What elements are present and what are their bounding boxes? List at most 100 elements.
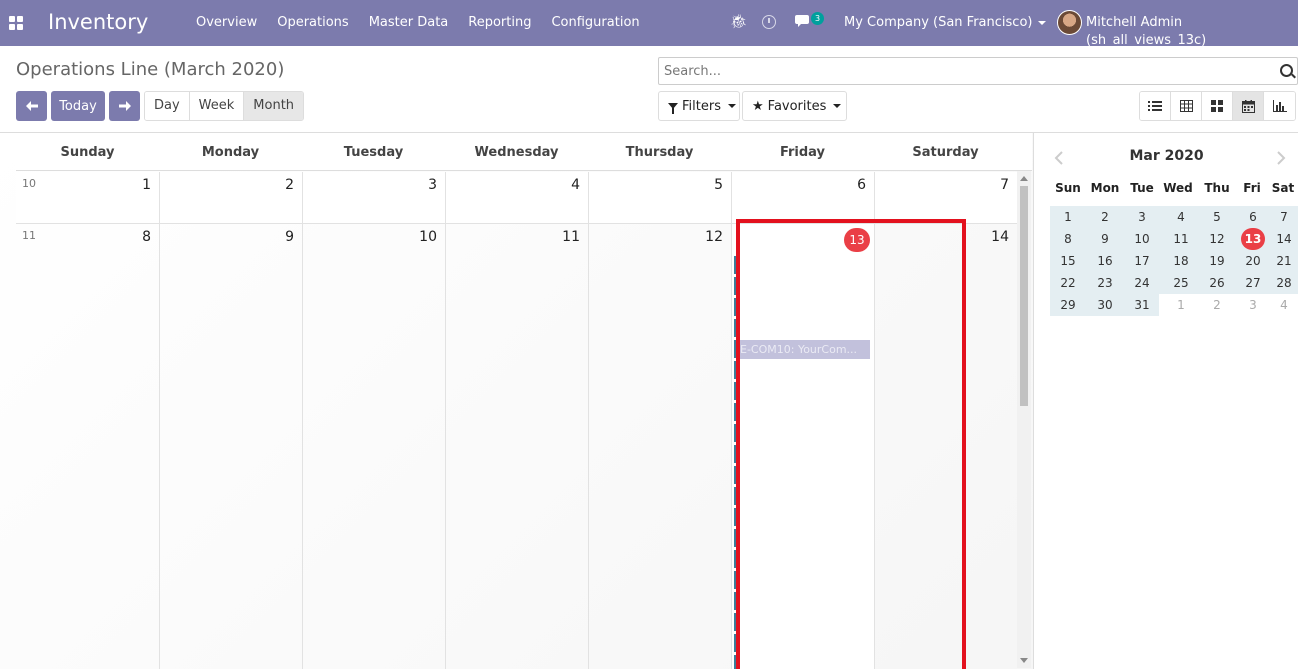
- next-button[interactable]: [109, 91, 140, 121]
- mini-day[interactable]: 8: [1051, 228, 1085, 250]
- mini-day[interactable]: 3: [1236, 294, 1270, 316]
- mini-day-today[interactable]: 13: [1241, 228, 1265, 250]
- bug-icon[interactable]: 🐞︎: [730, 14, 748, 30]
- mini-day[interactable]: 29: [1051, 294, 1085, 316]
- day-cell[interactable]: 9: [159, 224, 302, 669]
- user-menu[interactable]: Mitchell Admin (sh_all_views_13c): [1086, 14, 1298, 50]
- day-number: 10: [419, 229, 437, 245]
- list-view-icon[interactable]: [1140, 92, 1171, 120]
- day-cell[interactable]: 4: [445, 172, 588, 223]
- mini-day[interactable]: 10: [1125, 228, 1159, 250]
- scale-week-button[interactable]: Week: [189, 92, 245, 120]
- graph-view-icon[interactable]: [1264, 92, 1295, 120]
- mini-day[interactable]: 30: [1088, 294, 1122, 316]
- calendar-scrollbar[interactable]: [1017, 171, 1031, 668]
- menu-item-reporting[interactable]: Reporting: [458, 14, 541, 32]
- calendar-area: Sunday Monday Tuesday Wednesday Thursday…: [0, 132, 1298, 669]
- menu-item-configuration[interactable]: Configuration: [541, 14, 649, 32]
- mini-day[interactable]: 15: [1051, 250, 1085, 272]
- day-cell[interactable]: 3: [302, 172, 445, 223]
- favorites-dropdown[interactable]: ★ Favorites: [742, 91, 847, 121]
- mini-day[interactable]: 22: [1051, 272, 1085, 294]
- day-cell[interactable]: 10: [302, 224, 445, 669]
- mini-day[interactable]: 31: [1125, 294, 1159, 316]
- mini-day[interactable]: 24: [1125, 272, 1159, 294]
- mini-day[interactable]: 4: [1164, 206, 1198, 228]
- mini-day[interactable]: 4: [1267, 294, 1298, 316]
- day-cell[interactable]: 14: [874, 224, 1017, 669]
- mini-dow: Wed: [1163, 181, 1193, 195]
- mini-day[interactable]: 28: [1267, 272, 1298, 294]
- menu-item-operations[interactable]: Operations: [267, 14, 358, 32]
- mini-day[interactable]: 2: [1088, 206, 1122, 228]
- mini-day[interactable]: 1: [1164, 294, 1198, 316]
- day-cell[interactable]: 1: [16, 172, 159, 223]
- search-icon[interactable]: [1280, 64, 1293, 77]
- mini-day[interactable]: 27: [1236, 272, 1270, 294]
- day-cell[interactable]: 11: [445, 224, 588, 669]
- apps-menu-icon[interactable]: [9, 16, 23, 30]
- scrollbar-thumb[interactable]: [1020, 186, 1028, 406]
- mini-day[interactable]: 6: [1236, 206, 1270, 228]
- previous-button[interactable]: [16, 91, 47, 121]
- day-cell[interactable]: 12: [588, 224, 731, 669]
- mini-day[interactable]: 20: [1236, 250, 1270, 272]
- day-number: 14: [991, 229, 1009, 245]
- today-badge: 13: [844, 228, 870, 252]
- day-cell[interactable]: 7: [874, 172, 1017, 223]
- calendar-view-icon[interactable]: [1233, 92, 1264, 120]
- day-cell-today[interactable]: 13: [731, 224, 874, 669]
- mini-day[interactable]: 17: [1125, 250, 1159, 272]
- menu-item-overview[interactable]: Overview: [186, 14, 267, 32]
- day-number: 11: [562, 229, 580, 245]
- mini-day[interactable]: 14: [1267, 228, 1298, 250]
- today-button[interactable]: Today: [51, 91, 105, 121]
- chevron-right-icon[interactable]: [1276, 151, 1286, 165]
- mini-day[interactable]: 25: [1164, 272, 1198, 294]
- day-cell[interactable]: 6: [731, 172, 874, 223]
- mini-day[interactable]: 16: [1088, 250, 1122, 272]
- chat-icon[interactable]: [795, 14, 811, 32]
- mini-calendar: Mar 2020 Sun Mon Tue Wed Thu Fri Sat 123…: [1033, 133, 1298, 669]
- scroll-up-icon[interactable]: [1020, 176, 1028, 181]
- filter-icon: [668, 103, 678, 114]
- user-avatar[interactable]: [1057, 10, 1082, 35]
- mini-day[interactable]: 18: [1164, 250, 1198, 272]
- day-cell[interactable]: 2: [159, 172, 302, 223]
- filters-label: Filters: [682, 98, 721, 114]
- mini-dow: Mon: [1090, 181, 1120, 195]
- mini-day[interactable]: 3: [1125, 206, 1159, 228]
- caret-down-icon: [727, 104, 736, 108]
- mini-day[interactable]: 7: [1267, 206, 1298, 228]
- mini-day[interactable]: 5: [1200, 206, 1234, 228]
- mini-day[interactable]: 12: [1200, 228, 1234, 250]
- scale-day-button[interactable]: Day: [145, 92, 190, 120]
- mini-day[interactable]: 23: [1088, 272, 1122, 294]
- activity-clock-icon[interactable]: [762, 15, 776, 29]
- search-input[interactable]: [659, 58, 1259, 84]
- mini-day[interactable]: 21: [1267, 250, 1298, 272]
- mini-day[interactable]: 26: [1200, 272, 1234, 294]
- calendar-event[interactable]: E-COM10: YourCom...: [736, 340, 870, 359]
- mini-day[interactable]: 2: [1200, 294, 1234, 316]
- day-cell[interactable]: 5: [588, 172, 731, 223]
- mini-day[interactable]: 9: [1088, 228, 1122, 250]
- week-row: 11 8 9 10 11 12 13 14: [16, 224, 1017, 669]
- kanban-view-icon[interactable]: [1202, 92, 1233, 120]
- day-header-sunday: Sunday: [60, 145, 115, 160]
- pivot-view-icon[interactable]: [1171, 92, 1202, 120]
- day-header-friday: Friday: [779, 145, 826, 160]
- mini-day[interactable]: 19: [1200, 250, 1234, 272]
- scroll-down-icon[interactable]: [1020, 658, 1028, 663]
- scale-month-button[interactable]: Month: [244, 92, 304, 120]
- app-brand[interactable]: Inventory: [48, 9, 148, 35]
- day-cell[interactable]: 8: [16, 224, 159, 669]
- company-switcher[interactable]: My Company (San Francisco): [844, 14, 1047, 32]
- filters-dropdown[interactable]: Filters: [658, 91, 740, 121]
- mini-day[interactable]: 1: [1051, 206, 1085, 228]
- mini-day[interactable]: 11: [1164, 228, 1198, 250]
- event-stack[interactable]: [734, 256, 737, 669]
- menu-item-master-data[interactable]: Master Data: [359, 14, 459, 32]
- day-headers: Sunday Monday Tuesday Wednesday Thursday…: [16, 133, 1032, 171]
- search-box: [658, 57, 1298, 85]
